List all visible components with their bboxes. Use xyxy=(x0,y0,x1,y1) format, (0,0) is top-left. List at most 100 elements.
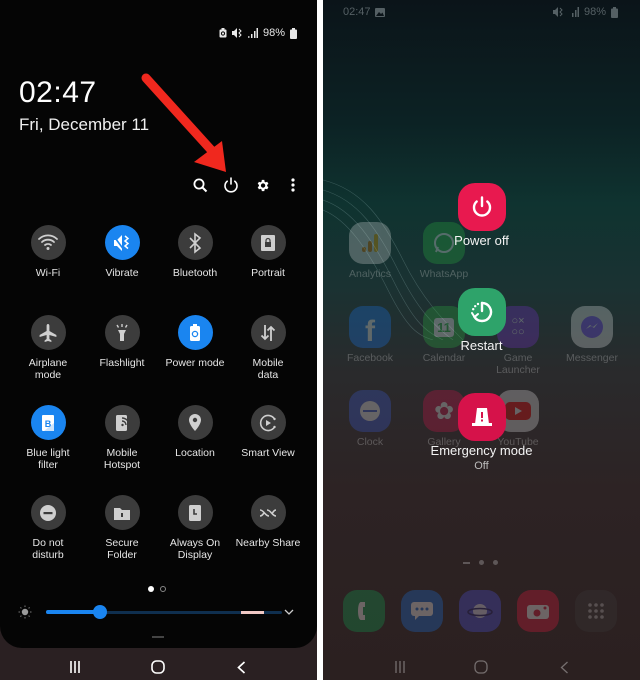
battery-icon xyxy=(290,27,297,39)
flashlight-icon xyxy=(116,323,128,341)
status-bar: 98% xyxy=(219,27,297,39)
back-button[interactable] xyxy=(232,659,250,675)
page-dot xyxy=(160,586,166,592)
battery-percent: 98% xyxy=(262,27,285,39)
restart-label: Restart xyxy=(460,338,503,353)
tile-power-mode[interactable]: Power mode xyxy=(158,315,232,369)
quick-settings-actions xyxy=(0,175,317,195)
tile-do-not-disturb[interactable]: Do not disturb xyxy=(11,495,85,561)
brightness-slider-fill xyxy=(46,610,101,614)
tile-label: Bluetooth xyxy=(172,267,218,279)
power-off-label: Power off xyxy=(454,233,509,248)
location-icon xyxy=(189,413,201,431)
tile-smart-view[interactable]: Smart View xyxy=(231,405,305,459)
tile-label: Wi-Fi xyxy=(35,267,61,279)
tile-toggle[interactable] xyxy=(250,495,286,530)
tile-location[interactable]: Location xyxy=(158,405,232,459)
tile-blue-light-filter[interactable]: B Blue light filter xyxy=(11,405,85,471)
tile-vibrate[interactable]: Vibrate xyxy=(85,225,159,279)
more-vertical-icon xyxy=(291,178,295,192)
quick-settings-panel: 98% 02:47 Fri, December 11 Wi-Fi Vibrate B… xyxy=(0,0,317,648)
tile-label: Do not disturb xyxy=(32,537,64,561)
power-off-button[interactable] xyxy=(457,183,506,231)
bluetooth-icon xyxy=(189,231,202,254)
navigation-bar xyxy=(0,652,317,680)
tile-toggle[interactable] xyxy=(250,315,286,350)
tile-toggle[interactable]: B xyxy=(30,405,66,440)
tile-label: Always On Display xyxy=(169,537,221,561)
tile-toggle[interactable] xyxy=(177,405,213,440)
tile-toggle[interactable] xyxy=(177,225,213,260)
power-saving-icon xyxy=(219,28,227,38)
tile-label: Smart View xyxy=(241,447,295,459)
tile-label: Mobile data xyxy=(252,357,284,381)
always-on-display-icon xyxy=(189,504,201,521)
date: Fri, December 11 xyxy=(19,115,150,134)
tile-label: Mobile Hotspot xyxy=(103,447,141,471)
vibrate-icon xyxy=(552,7,563,17)
hotspot-icon xyxy=(116,414,130,431)
brightness-slider-end xyxy=(241,611,264,614)
dock-messages xyxy=(401,590,443,632)
recents-button[interactable] xyxy=(66,659,84,675)
wifi-icon xyxy=(38,234,58,250)
tile-label: Portrait xyxy=(251,267,285,279)
tile-flashlight[interactable]: Flashlight xyxy=(85,315,159,369)
tile-toggle[interactable] xyxy=(30,495,66,530)
settings-button[interactable] xyxy=(252,175,272,195)
tile-toggle[interactable] xyxy=(30,315,66,350)
restart-icon xyxy=(470,301,492,323)
power-mode-icon xyxy=(190,323,200,341)
gallery-notification-icon xyxy=(375,8,385,17)
tile-bluetooth[interactable]: Bluetooth xyxy=(158,225,232,279)
quick-settings-screen: 98% 02:47 Fri, December 11 Wi-Fi Vibrate B… xyxy=(0,0,317,680)
power-off-option[interactable]: Power off xyxy=(323,183,640,248)
home-page-indicator xyxy=(463,560,498,565)
tile-toggle[interactable] xyxy=(104,225,140,260)
back-icon xyxy=(560,661,568,673)
tile-toggle[interactable] xyxy=(30,225,66,260)
emergency-mode-option[interactable]: Emergency mode Off xyxy=(323,393,640,472)
nearby-share-icon xyxy=(259,508,277,517)
dock-phone xyxy=(343,590,385,632)
recents-button[interactable] xyxy=(391,659,409,675)
tile-wi-fi[interactable]: Wi-Fi xyxy=(11,225,85,279)
tile-portrait[interactable]: Portrait xyxy=(231,225,305,279)
emergency-mode-button[interactable] xyxy=(457,393,506,441)
messages-icon xyxy=(411,602,433,620)
page-dot-active xyxy=(148,586,154,592)
tile-toggle[interactable] xyxy=(104,315,140,350)
tile-toggle[interactable] xyxy=(104,495,140,530)
tile-secure-folder[interactable]: Secure Folder xyxy=(85,495,159,561)
power-button[interactable] xyxy=(221,175,241,195)
page-indicator xyxy=(148,586,166,592)
do-not-disturb-icon xyxy=(40,504,56,521)
tile-toggle[interactable] xyxy=(104,405,140,440)
vibrate-icon xyxy=(231,28,242,38)
tile-toggle[interactable] xyxy=(250,225,286,260)
tile-mobile-data[interactable]: Mobile data xyxy=(231,315,305,381)
signal-icon xyxy=(247,28,258,38)
expand-chevron-icon[interactable] xyxy=(284,609,294,615)
tile-toggle[interactable] xyxy=(250,405,286,440)
tile-airplane-mode[interactable]: Airplane mode xyxy=(11,315,85,381)
restart-button[interactable] xyxy=(457,288,506,336)
tile-nearby-share[interactable]: Nearby Share xyxy=(231,495,305,549)
tile-label: Airplane mode xyxy=(28,357,68,381)
back-button[interactable] xyxy=(555,659,573,675)
brightness-slider-thumb[interactable] xyxy=(93,605,108,619)
tile-toggle[interactable] xyxy=(177,495,213,530)
tile-mobile-hotspot[interactable]: Mobile Hotspot xyxy=(85,405,159,471)
restart-option[interactable]: Restart xyxy=(323,288,640,353)
recents-icon xyxy=(70,661,80,673)
smart-view-icon xyxy=(259,414,276,431)
recents-icon xyxy=(395,661,405,673)
home-button[interactable] xyxy=(472,659,490,675)
panel-drag-handle[interactable] xyxy=(152,636,164,638)
tile-always-on-display[interactable]: Always On Display xyxy=(158,495,232,561)
home-button[interactable] xyxy=(149,659,167,675)
tile-toggle[interactable] xyxy=(177,315,213,350)
search-button[interactable] xyxy=(190,175,210,195)
back-icon xyxy=(236,660,245,674)
more-options-button[interactable] xyxy=(283,175,303,195)
